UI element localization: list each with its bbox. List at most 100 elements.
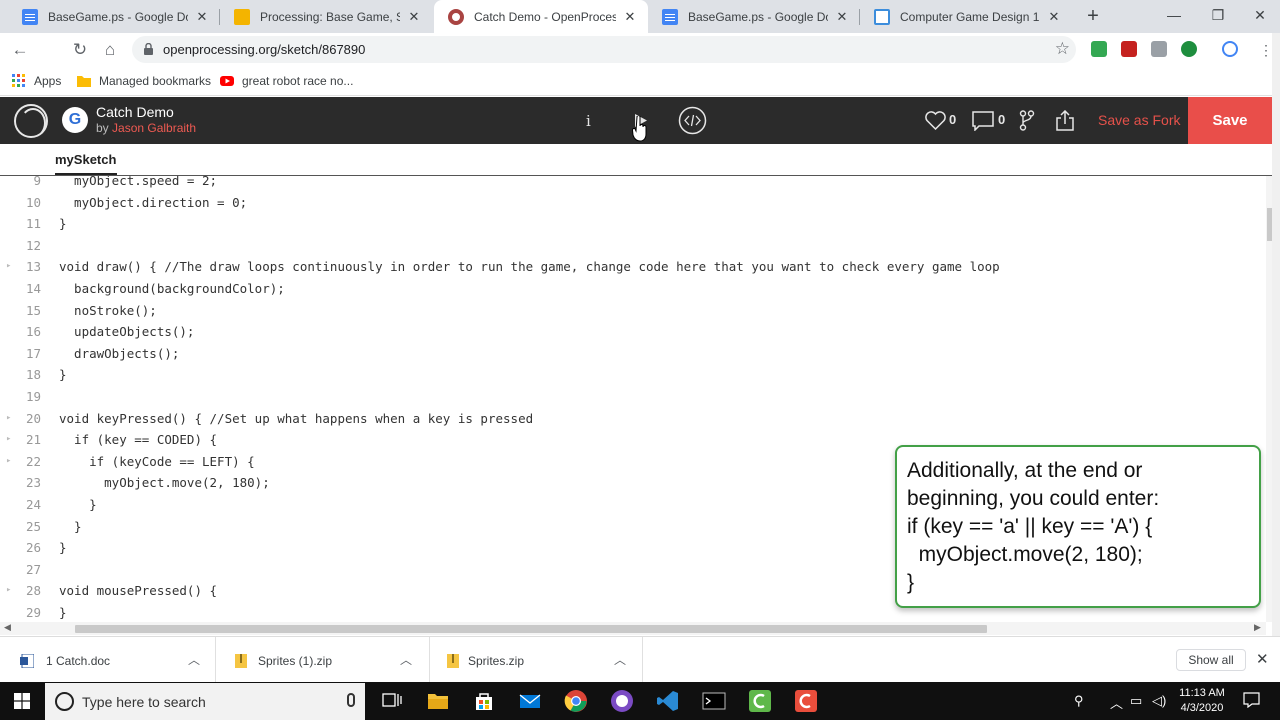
chevron-up-icon[interactable]: ︿ bbox=[400, 651, 412, 668]
sketch-title: Catch Demo bbox=[96, 104, 174, 120]
extension-icon[interactable] bbox=[1151, 41, 1167, 57]
download-item[interactable]: 1 Catch.doc ︿ bbox=[0, 637, 216, 683]
browser-tab-1[interactable]: BaseGame.ps - Google Docs ✕ bbox=[8, 0, 220, 33]
info-icon[interactable]: i bbox=[586, 112, 591, 130]
openprocessing-logo-icon[interactable] bbox=[14, 104, 48, 138]
chrome-icon[interactable] bbox=[563, 688, 589, 714]
file-explorer-icon[interactable] bbox=[425, 688, 451, 714]
code-line[interactable]: 10 myObject.direction = 0; bbox=[0, 192, 1266, 214]
code-line[interactable]: 16 updateObjects(); bbox=[0, 321, 1266, 343]
show-hidden-icons-icon[interactable]: ︿ bbox=[1110, 693, 1123, 712]
download-item[interactable]: Sprites (1).zip ︿ bbox=[216, 637, 430, 683]
browser-tab-2[interactable]: Processing: Base Game, Sprites ✕ bbox=[220, 0, 432, 33]
code-line[interactable]: 14 background(backgroundColor); bbox=[0, 278, 1266, 300]
code-line[interactable]: ▸ 20 void keyPressed() { //Set up what hap… bbox=[0, 408, 1266, 430]
vscode-icon[interactable] bbox=[655, 688, 681, 714]
home-icon[interactable]: ⌂ bbox=[98, 38, 122, 62]
terminal-icon[interactable] bbox=[701, 688, 727, 714]
word-doc-icon bbox=[20, 654, 34, 668]
code-line[interactable]: 9 myObject.speed = 2; bbox=[0, 176, 1266, 192]
game-app-icon[interactable] bbox=[609, 688, 635, 714]
bookmark-robot-race[interactable]: great robot race no... bbox=[220, 72, 353, 90]
line-number: 23 bbox=[25, 475, 41, 491]
scroll-right-arrow-icon[interactable]: ▶ bbox=[1254, 622, 1261, 633]
comment-icon[interactable] bbox=[972, 111, 994, 131]
page-scrollbar[interactable] bbox=[1272, 33, 1280, 636]
maximize-window-icon[interactable]: ❐ bbox=[1196, 0, 1240, 33]
code-line[interactable]: ▸ 13 void draw() { //The draw loops contin… bbox=[0, 256, 1266, 278]
extension-icon[interactable] bbox=[1091, 41, 1107, 57]
screencast-icon[interactable] bbox=[793, 688, 819, 714]
fork-icon[interactable] bbox=[1019, 110, 1035, 131]
code-line[interactable]: 15 noStroke(); bbox=[0, 300, 1266, 322]
windows-start-icon[interactable] bbox=[14, 693, 30, 709]
minimize-window-icon[interactable]: — bbox=[1152, 0, 1196, 33]
browser-tab-4[interactable]: BaseGame.ps - Google Docs ✕ bbox=[648, 0, 860, 33]
horizontal-scroll-thumb[interactable] bbox=[75, 625, 987, 633]
code-line[interactable]: 19 bbox=[0, 386, 1266, 408]
cortana-icon bbox=[55, 692, 74, 711]
taskbar-search-box[interactable]: Type here to search bbox=[45, 683, 365, 720]
author-link[interactable]: Jason Galbraith bbox=[112, 121, 196, 135]
close-tab-icon[interactable]: ✕ bbox=[1046, 9, 1062, 25]
close-tab-icon[interactable]: ✕ bbox=[194, 9, 210, 25]
bookmark-managed[interactable]: Managed bookmarks bbox=[77, 72, 211, 90]
network-icon[interactable]: ▭ bbox=[1130, 693, 1142, 709]
callout-line: beginning, you could enter: bbox=[907, 487, 1160, 510]
bookmark-apps[interactable]: Apps bbox=[12, 72, 61, 90]
address-bar[interactable]: openprocessing.org/sketch/867890 ☆ bbox=[132, 36, 1076, 63]
line-number: 20 bbox=[25, 410, 41, 426]
new-tab-plus-icon[interactable]: + bbox=[1083, 6, 1103, 26]
bookmark-star-icon[interactable]: ☆ bbox=[1055, 39, 1070, 59]
bookmark-label: Apps bbox=[34, 74, 62, 88]
tab-mysketch[interactable]: mySketch bbox=[55, 152, 118, 175]
chevron-up-icon[interactable]: ︿ bbox=[188, 651, 200, 668]
close-window-icon[interactable]: ✕ bbox=[1238, 0, 1280, 33]
browser-tab-5[interactable]: Computer Game Design 1 Ga ✕ bbox=[860, 0, 1072, 33]
scroll-left-arrow-icon[interactable]: ◀ bbox=[4, 622, 11, 633]
show-all-button[interactable]: Show all bbox=[1176, 649, 1246, 671]
tab-title: BaseGame.ps - Google Docs bbox=[48, 9, 188, 24]
callout-line: Additionally, at the end or bbox=[907, 459, 1143, 482]
extension-icon[interactable] bbox=[1181, 41, 1197, 57]
store-icon[interactable] bbox=[471, 688, 497, 714]
code-text: noStroke(); bbox=[59, 302, 157, 318]
code-line[interactable]: 12 bbox=[0, 235, 1266, 257]
line-number: 27 bbox=[25, 561, 41, 577]
close-tab-icon[interactable]: ✕ bbox=[834, 9, 850, 25]
heart-icon[interactable] bbox=[925, 111, 946, 130]
hand-cursor-icon bbox=[632, 116, 647, 142]
save-button[interactable]: Save bbox=[1188, 97, 1272, 144]
zip-file-icon bbox=[447, 654, 459, 668]
back-arrow-icon[interactable]: ← bbox=[8, 38, 32, 62]
close-tab-icon[interactable]: ✕ bbox=[406, 9, 422, 25]
close-tab-icon[interactable]: ✕ bbox=[622, 9, 638, 25]
greenfoot-icon[interactable] bbox=[747, 688, 773, 714]
code-text: if (key == CODED) { bbox=[59, 432, 218, 448]
account-icon[interactable] bbox=[1222, 41, 1238, 57]
volume-icon[interactable]: ◁) bbox=[1152, 693, 1166, 709]
code-line[interactable]: 11} bbox=[0, 213, 1266, 235]
mail-icon[interactable] bbox=[517, 688, 543, 714]
extension-icon[interactable] bbox=[1121, 41, 1137, 57]
save-as-fork-button[interactable]: Save as Fork bbox=[1098, 112, 1180, 128]
browser-tab-3-active[interactable]: Catch Demo - OpenProcessing ✕ bbox=[434, 0, 648, 33]
close-download-bar-icon[interactable]: ✕ bbox=[1256, 650, 1269, 668]
line-number: 13 bbox=[25, 259, 41, 275]
code-text: } bbox=[59, 497, 97, 512]
code-line[interactable]: 17 drawObjects(); bbox=[0, 343, 1266, 365]
download-item[interactable]: Sprites.zip ︿ bbox=[430, 637, 643, 683]
microphone-icon[interactable] bbox=[347, 693, 355, 707]
code-view-icon[interactable] bbox=[678, 106, 707, 135]
task-view-icon[interactable] bbox=[379, 688, 405, 714]
people-icon[interactable]: ⚲ bbox=[1074, 693, 1084, 709]
code-line[interactable]: 18} bbox=[0, 364, 1266, 386]
google-classroom-icon bbox=[874, 8, 890, 25]
author-avatar[interactable]: G bbox=[62, 107, 88, 133]
reload-icon[interactable]: ↻ bbox=[68, 38, 92, 62]
taskbar-clock[interactable]: 11:13 AM 4/3/2020 bbox=[1176, 686, 1228, 716]
chevron-up-icon[interactable]: ︿ bbox=[614, 651, 626, 668]
line-number: 24 bbox=[25, 497, 41, 512]
share-icon[interactable] bbox=[1055, 110, 1075, 131]
notifications-icon[interactable] bbox=[1243, 692, 1260, 708]
